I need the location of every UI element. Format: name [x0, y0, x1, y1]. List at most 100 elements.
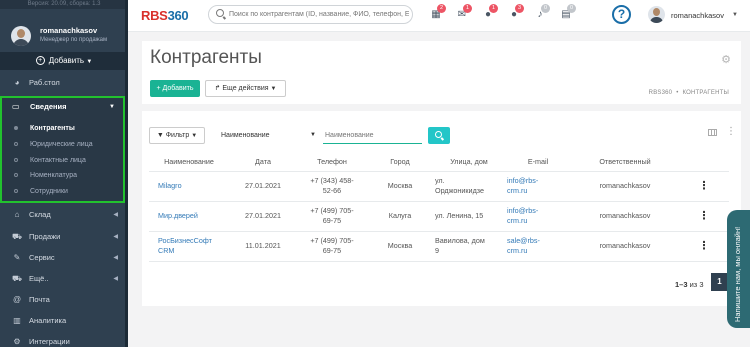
online-chat-label: Напишите нам, мы онлайн!	[733, 226, 742, 322]
pagination-of: из	[689, 280, 698, 289]
filter-value-input[interactable]	[323, 127, 422, 144]
sidebar-subitem-legal-entities[interactable]: Юридические лица	[2, 137, 123, 152]
help-button[interactable]: ?	[612, 5, 631, 24]
add-button-label: Добавить	[162, 85, 194, 92]
add-button[interactable]: + Добавить ▼	[0, 52, 128, 70]
cell-email[interactable]: info@rbs-crm.ru	[505, 171, 571, 202]
columns-icon[interactable]	[708, 129, 717, 136]
sidebar-user-name[interactable]: romanachkasov	[40, 26, 97, 35]
sidebar-profile[interactable]: romanachkasov Менеджер по продажам	[0, 9, 128, 51]
breadcrumb-home[interactable]: RBS360	[649, 90, 673, 96]
sidebar-item-mail[interactable]: @ Почта	[0, 290, 128, 310]
mail-button[interactable]: ✉ 1	[456, 4, 472, 21]
sidebar: Версия: 20.09, сборка: 1.3 romanachkasov…	[0, 0, 128, 347]
gear-icon[interactable]: ⚙	[721, 53, 731, 66]
column-header[interactable]: Город	[367, 153, 433, 172]
cell-name[interactable]: Мир.дверей	[149, 201, 229, 232]
filter-search-button[interactable]	[428, 127, 450, 144]
sidebar-item-analytics[interactable]: ▥ Аналитика	[0, 311, 128, 331]
row-kebab-menu-icon[interactable]: ⋮	[679, 171, 729, 202]
pie-chart-icon: ◕	[14, 78, 20, 87]
notification-badge: 0	[541, 4, 550, 13]
tasks-button[interactable]: ▤ 0	[560, 4, 576, 21]
bullet-icon	[14, 142, 18, 146]
column-header[interactable]: Наименование	[149, 153, 229, 172]
column-header[interactable]: E-mail	[505, 153, 571, 172]
cell-date: 27.01.2021	[229, 171, 297, 202]
filter-button-label: Фильтр	[165, 132, 190, 139]
pagination-page-button[interactable]: 1	[711, 273, 728, 291]
online-chat-tab[interactable]: Напишите нам, мы онлайн!	[727, 210, 750, 328]
bullet-icon	[14, 173, 18, 177]
table-row[interactable]: Milagro 27.01.2021 +7 (343) 458- 52-66 Мо…	[149, 171, 729, 202]
bullet-icon	[14, 189, 18, 193]
question-icon: ?	[617, 7, 626, 21]
filter-field-value: Наименование	[221, 132, 270, 139]
sidebar-subitem-nomenclature[interactable]: Номенклатура	[2, 168, 123, 183]
sidebar-item-label: Интеграции	[29, 337, 70, 346]
sidebar-item-label: Почта	[29, 295, 50, 304]
breadcrumb-current: КОНТРАГЕНТЫ	[682, 90, 729, 96]
avatar[interactable]	[648, 6, 665, 23]
chevron-down-icon[interactable]: ▼	[732, 12, 738, 18]
notification-badge: 1	[463, 4, 472, 13]
chat-button[interactable]: ● 1	[482, 4, 498, 21]
cell-email[interactable]: sale@rbs-crm.ru	[505, 231, 571, 262]
logo[interactable]: RBS360	[141, 8, 189, 23]
sidebar-scrollbar[interactable]	[125, 0, 128, 347]
search-icon[interactable]	[216, 9, 224, 17]
add-counterparty-button[interactable]: + Добавить	[150, 80, 200, 97]
sidebar-item-label: Продажи	[29, 232, 61, 241]
sidebar-item-warehouse[interactable]: ⌂ Склад ◀	[0, 205, 128, 225]
avatar[interactable]	[11, 26, 31, 46]
sidebar-item-info[interactable]: ▭ Сведения ▼	[2, 99, 123, 115]
cell-email[interactable]: info@rbs-crm.ru	[505, 201, 571, 232]
sidebar-subitem-counterparties[interactable]: Контрагенты	[2, 121, 123, 136]
sidebar-subitem-label: Юридические лица	[30, 141, 93, 148]
cell-address: ул. Орджоникидзе	[433, 171, 505, 202]
column-header[interactable]: Дата	[229, 153, 297, 172]
notification-badge: 3	[515, 4, 524, 13]
calendar-button[interactable]: ▦ 2	[430, 4, 446, 21]
row-kebab-menu-icon[interactable]: ⋮	[679, 231, 729, 262]
column-header[interactable]: Улица, дом	[433, 153, 505, 172]
search-icon	[435, 131, 442, 138]
row-kebab-menu-icon[interactable]: ⋮	[679, 201, 729, 232]
sidebar-item-sales[interactable]: ⛟ Продажи ◀	[0, 227, 128, 247]
sidebar-item-integrations[interactable]: ⚙ Интеграции	[0, 332, 128, 347]
sidebar-subitem-contacts[interactable]: Контактные лица	[2, 153, 123, 168]
cell-name[interactable]: РосБизнесСофт CRM	[149, 231, 229, 262]
breadcrumb: RBS360 • КОНТРАГЕНТЫ	[648, 90, 729, 96]
cell-address: ул. Ленина, 15	[433, 201, 505, 232]
sidebar-section-info: ▭ Сведения ▼ Контрагенты Юридические лиц…	[0, 96, 125, 203]
add-button-label: Добавить	[48, 56, 85, 65]
at-icon: @	[12, 295, 22, 304]
notifications-button[interactable]: ♪ 0	[534, 4, 550, 21]
column-header[interactable]: Ответственный	[571, 153, 679, 172]
table-row[interactable]: РосБизнесСофт CRM 11.01.2021 +7 (499) 705…	[149, 231, 729, 262]
cell-city: Москва	[367, 231, 433, 262]
sidebar-subitem-employees[interactable]: Сотрудники	[2, 184, 123, 199]
table-header-row: Наименование Дата Телефон Город Улица, д…	[149, 153, 729, 172]
logo-text: RBS	[141, 8, 168, 23]
filter-icon: ▼	[156, 132, 164, 139]
filter-field-select[interactable]: Наименование ▼	[221, 127, 316, 144]
main-panel: Контрагенты ⚙ + Добавить ↱ Еще действия …	[142, 41, 741, 306]
column-header-actions	[679, 153, 729, 172]
cell-name[interactable]: Milagro	[149, 171, 229, 202]
id-card-icon: ▭	[12, 102, 20, 111]
comments-button[interactable]: ● 3	[508, 4, 524, 21]
column-header[interactable]: Телефон	[297, 153, 367, 172]
search-input[interactable]	[229, 8, 409, 21]
sidebar-item-dashboard[interactable]: ◕ Раб.стол	[0, 73, 128, 93]
logo-number: 360	[167, 8, 189, 23]
table-row[interactable]: Мир.дверей 27.01.2021 +7 (499) 705- 69-75…	[149, 201, 729, 232]
sidebar-item-service[interactable]: ✎ Сервис ◀	[0, 248, 128, 268]
more-actions-button[interactable]: ↱ Еще действия ▼	[205, 80, 286, 97]
sidebar-item-label: Ещё..	[29, 274, 49, 283]
chevron-left-icon: ◀	[113, 276, 118, 282]
filter-button[interactable]: ▼ Фильтр ▼	[149, 127, 205, 144]
kebab-menu-icon[interactable]: ⋮	[726, 126, 736, 137]
sidebar-item-more[interactable]: ⛟ Ещё.. ◀	[0, 269, 128, 289]
user-menu-name[interactable]: romanachkasov	[671, 11, 724, 20]
